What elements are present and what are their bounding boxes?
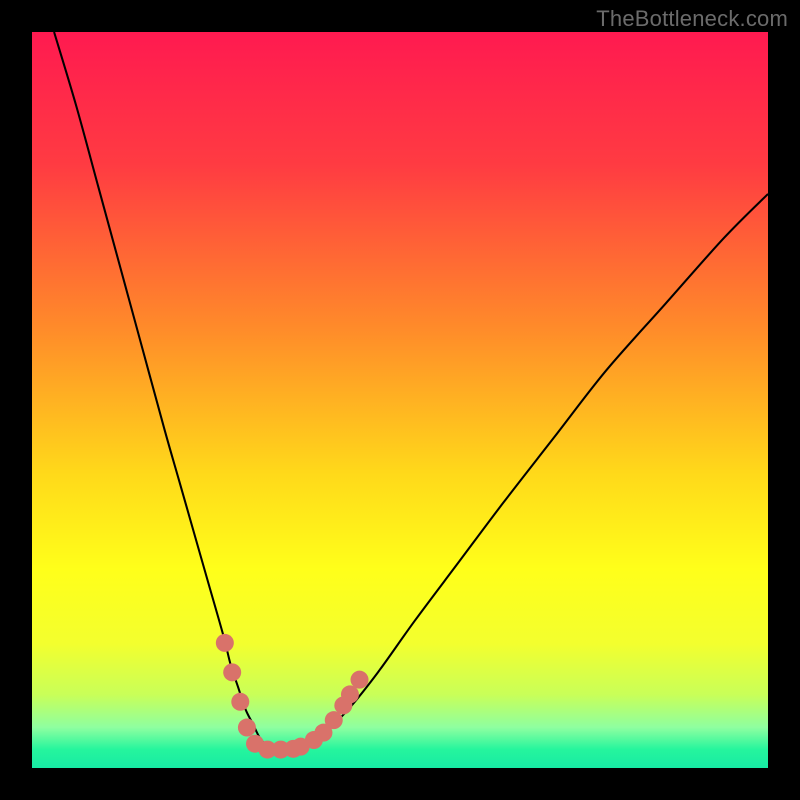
highlight-dot: [231, 693, 249, 711]
chart-container: TheBottleneck.com: [0, 0, 800, 800]
highlight-dot: [325, 711, 343, 729]
highlight-dots: [216, 634, 369, 759]
plot-area: [32, 32, 768, 768]
curve-layer: [32, 32, 768, 768]
bottleneck-curve: [54, 32, 768, 750]
highlight-dot: [223, 663, 241, 681]
highlight-dot: [351, 671, 369, 689]
highlight-dot: [216, 634, 234, 652]
highlight-dot: [238, 719, 256, 737]
watermark-text: TheBottleneck.com: [596, 6, 788, 32]
highlight-dot: [341, 685, 359, 703]
